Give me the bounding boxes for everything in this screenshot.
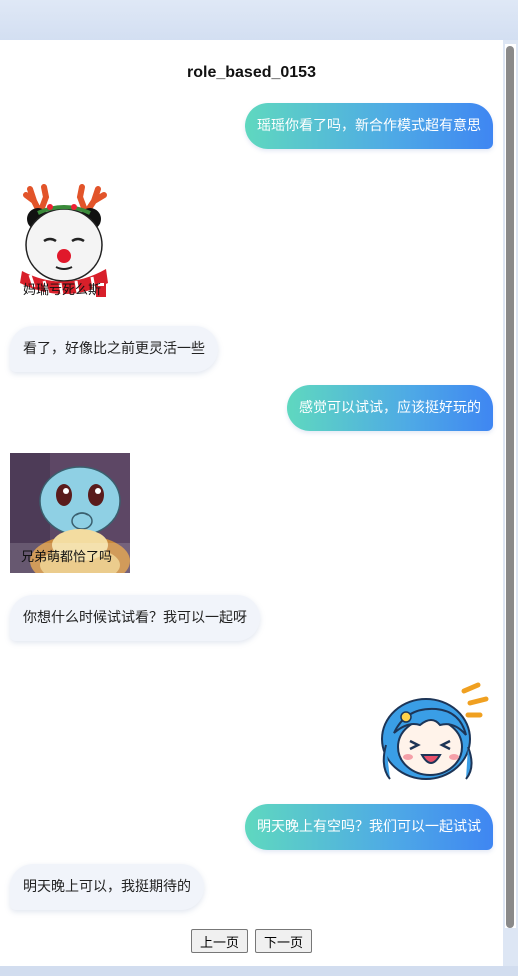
squirtle-sticker: 兄弟萌都恰了吗 bbox=[10, 453, 130, 573]
message-text: 你想什么时候试试看？我可以一起呀 bbox=[23, 610, 247, 626]
message-text: 明天晚上有空吗？我们可以一起试试 bbox=[257, 819, 481, 835]
laughing-girl-icon bbox=[381, 682, 489, 780]
blue-hair-laughing-girl-sticker bbox=[376, 681, 490, 783]
incoming-message: 明天晚上可以，我挺期待的 bbox=[10, 864, 204, 910]
incoming-message: 你想什么时候试试看？我可以一起呀 bbox=[10, 595, 260, 641]
outgoing-message: 明天晚上有空吗？我们可以一起试试 bbox=[245, 804, 493, 850]
page-title: role_based_0153 bbox=[187, 64, 316, 81]
incoming-message: 看了，好像比之前更灵活一些 bbox=[10, 326, 218, 372]
prev-page-button[interactable]: 上一页 bbox=[190, 929, 248, 953]
sticker-caption: 妈瑞亏死么斯 bbox=[23, 283, 102, 298]
next-page-button[interactable]: 下一页 bbox=[255, 929, 313, 953]
outgoing-message: 感觉可以试试，应该挺好玩的 bbox=[287, 385, 493, 431]
message-text: 瑶瑶你看了吗，新合作模式超有意思 bbox=[257, 118, 481, 134]
chat-page: role_based_0153 瑶瑶你看了吗，新合作模式超有意思 妈瑞亏死么斯 … bbox=[0, 40, 503, 966]
panda-reindeer-sticker: 妈瑞亏死么斯 bbox=[16, 183, 112, 301]
scrollbar-thumb[interactable] bbox=[506, 46, 514, 928]
bottom-bar bbox=[0, 966, 518, 976]
top-bar bbox=[0, 0, 518, 40]
message-text: 明天晚上可以，我挺期待的 bbox=[23, 879, 191, 895]
sticker-caption: 兄弟萌都恰了吗 bbox=[21, 550, 113, 565]
pager: 上一页 下一页 bbox=[0, 929, 503, 953]
message-text: 感觉可以试试，应该挺好玩的 bbox=[299, 400, 481, 416]
message-text: 看了，好像比之前更灵活一些 bbox=[23, 341, 205, 357]
outgoing-message: 瑶瑶你看了吗，新合作模式超有意思 bbox=[245, 103, 493, 149]
